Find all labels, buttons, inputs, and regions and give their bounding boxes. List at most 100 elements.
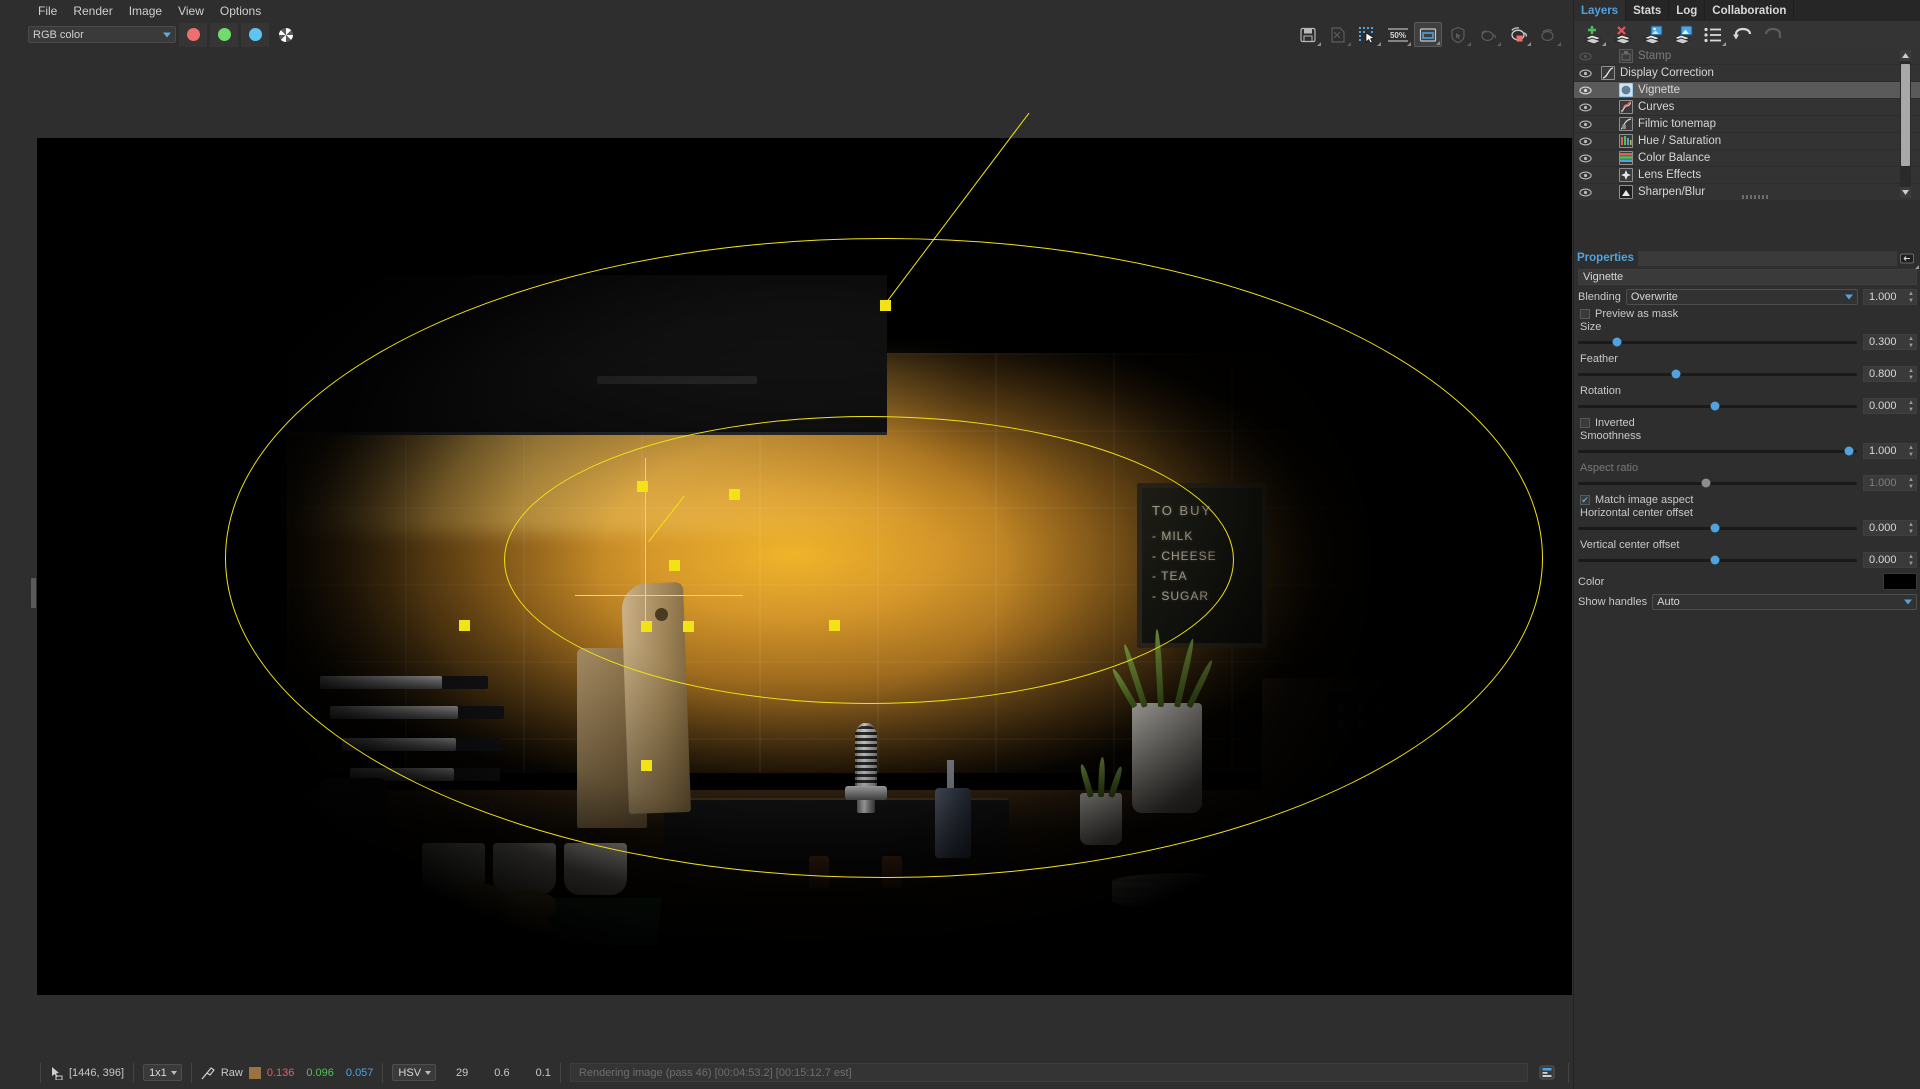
inverted-checkbox[interactable] (1580, 418, 1590, 428)
colorspace-select[interactable]: RGB color (28, 26, 176, 43)
smoothness-slider-track[interactable] (1578, 450, 1857, 453)
spinner-arrows-icon[interactable]: ▲▼ (1908, 554, 1914, 567)
layer-row-vignette[interactable]: Vignette (1574, 82, 1920, 99)
sample-size-select[interactable]: 1x1 (143, 1064, 182, 1081)
spinner-arrows-icon[interactable]: ▲▼ (1908, 522, 1914, 535)
layers-list[interactable]: Stamp Display Correction (1574, 48, 1920, 200)
layers-scrollbar[interactable] (1900, 50, 1911, 198)
layer-visibility-toggle[interactable] (1574, 188, 1596, 197)
save-as-button[interactable] (1324, 22, 1352, 47)
color-model-select[interactable]: HSV (392, 1064, 436, 1081)
scroll-down-button[interactable] (1900, 187, 1911, 198)
vertical-center-offset-knob[interactable] (1710, 556, 1719, 565)
properties-expand-button[interactable] (1899, 251, 1915, 266)
tab-stats[interactable]: Stats (1626, 0, 1669, 21)
match-image-aspect-row[interactable]: ✔ Match image aspect (1580, 494, 1917, 506)
tab-collaboration[interactable]: Collaboration (1705, 0, 1794, 21)
size-slider-row[interactable]: 0.300 ▲▼ (1578, 334, 1917, 350)
layer-visibility-toggle[interactable] (1574, 103, 1596, 112)
rotation-slider-track[interactable] (1578, 405, 1857, 408)
menu-options[interactable]: Options (212, 2, 269, 20)
green-channel-button[interactable] (210, 23, 238, 47)
smoothness-spinner[interactable]: 1.000 ▲▼ (1863, 443, 1917, 459)
vertical-center-offset-spinner[interactable]: 0.000 ▲▼ (1863, 552, 1917, 568)
preview-button[interactable] (1534, 22, 1562, 47)
layer-row-display-correction[interactable]: Display Correction (1574, 65, 1920, 82)
layers-resize-grip[interactable] (1742, 195, 1768, 199)
layer-visibility-toggle[interactable] (1574, 120, 1596, 129)
render-canvas[interactable]: TO BUY - MILK - CHEESE - TEA - SUGAR (37, 138, 1572, 995)
layer-presets-button[interactable] (1698, 22, 1728, 47)
feather-slider-knob[interactable] (1671, 370, 1680, 379)
spinner-arrows-icon[interactable]: ▲▼ (1908, 400, 1914, 413)
preview-as-mask-row[interactable]: Preview as mask (1580, 308, 1917, 320)
horizontal-center-offset-row[interactable]: 0.000 ▲▼ (1578, 520, 1917, 536)
layer-row-filmic-tonemap[interactable]: Filmic tonemap (1574, 116, 1920, 133)
load-layer-stack-button[interactable] (1638, 22, 1668, 47)
viewport-splitter-handle[interactable] (31, 578, 36, 608)
preview-as-mask-checkbox[interactable] (1580, 309, 1590, 319)
layer-visibility-toggle[interactable] (1574, 52, 1596, 61)
layer-row-hue-saturation[interactable]: Hue / Saturation (1574, 133, 1920, 150)
smoothness-slider-knob[interactable] (1844, 447, 1853, 456)
rotation-slider-knob[interactable] (1710, 402, 1719, 411)
feather-slider-track[interactable] (1578, 373, 1857, 376)
blending-select[interactable]: Overwrite (1626, 289, 1858, 305)
show-handles-select[interactable]: Auto (1652, 594, 1917, 610)
size-slider-track[interactable] (1578, 341, 1857, 344)
feather-spinner[interactable]: 0.800 ▲▼ (1863, 366, 1917, 382)
clipping-button[interactable] (1444, 22, 1472, 47)
size-spinner[interactable]: 0.300 ▲▼ (1863, 334, 1917, 350)
layers-scroll-thumb[interactable] (1901, 64, 1910, 166)
layer-visibility-toggle[interactable] (1574, 69, 1596, 78)
horizontal-center-offset-track[interactable] (1578, 527, 1857, 530)
menu-render[interactable]: Render (65, 2, 120, 20)
blue-channel-button[interactable] (241, 23, 269, 47)
layer-visibility-toggle[interactable] (1574, 137, 1596, 146)
add-layer-button[interactable] (1578, 22, 1608, 47)
undo-button[interactable] (1728, 22, 1758, 47)
layer-visibility-toggle[interactable] (1574, 171, 1596, 180)
save-layer-stack-button[interactable] (1668, 22, 1698, 47)
delete-layer-button[interactable] (1608, 22, 1638, 47)
save-image-button[interactable] (1294, 22, 1322, 47)
layer-name-field[interactable]: Vignette (1578, 269, 1917, 285)
region-select-button[interactable] (1354, 22, 1382, 47)
alpha-channel-button[interactable] (272, 23, 300, 47)
inverted-row[interactable]: Inverted (1580, 417, 1917, 429)
zoom-level-button[interactable]: 50% (1384, 22, 1412, 47)
render-selected-button[interactable] (1504, 22, 1532, 47)
horizontal-center-offset-spinner[interactable]: 0.000 ▲▼ (1863, 520, 1917, 536)
scroll-up-button[interactable] (1900, 50, 1911, 61)
rotation-slider-row[interactable]: 0.000 ▲▼ (1578, 398, 1917, 414)
spinner-arrows-icon[interactable]: ▲▼ (1908, 291, 1914, 304)
spinner-arrows-icon[interactable]: ▲▼ (1908, 368, 1914, 381)
size-slider-knob[interactable] (1613, 338, 1622, 347)
rotation-spinner[interactable]: 0.000 ▲▼ (1863, 398, 1917, 414)
layer-row-lens-effects[interactable]: Lens Effects (1574, 167, 1920, 184)
image-viewport[interactable]: TO BUY - MILK - CHEESE - TEA - SUGAR (0, 48, 1573, 1056)
red-channel-button[interactable] (179, 23, 207, 47)
horizontal-center-offset-knob[interactable] (1710, 524, 1719, 533)
layer-visibility-toggle[interactable] (1574, 86, 1596, 95)
layer-row-stamp[interactable]: Stamp (1574, 48, 1920, 65)
tab-layers[interactable]: Layers (1574, 0, 1626, 21)
redo-button[interactable] (1758, 22, 1788, 47)
spinner-arrows-icon[interactable]: ▲▼ (1908, 336, 1914, 349)
fit-window-button[interactable] (1414, 22, 1442, 47)
vertical-center-offset-row[interactable]: 0.000 ▲▼ (1578, 552, 1917, 568)
menu-view[interactable]: View (170, 2, 212, 20)
layer-row-curves[interactable]: Curves (1574, 99, 1920, 116)
match-image-aspect-checkbox[interactable]: ✔ (1580, 495, 1590, 505)
reset-view-button[interactable] (1474, 22, 1502, 47)
blending-amount-spinner[interactable]: 1.000 ▲▼ (1863, 289, 1917, 305)
vignette-color-swatch[interactable] (1883, 573, 1917, 590)
menu-image[interactable]: Image (121, 2, 170, 20)
menu-file[interactable]: File (30, 2, 65, 20)
tab-log[interactable]: Log (1669, 0, 1705, 21)
layer-visibility-toggle[interactable] (1574, 154, 1596, 163)
feather-slider-row[interactable]: 0.800 ▲▼ (1578, 366, 1917, 382)
smoothness-slider-row[interactable]: 1.000 ▲▼ (1578, 443, 1917, 459)
vertical-center-offset-track[interactable] (1578, 559, 1857, 562)
spinner-arrows-icon[interactable]: ▲▼ (1908, 445, 1914, 458)
